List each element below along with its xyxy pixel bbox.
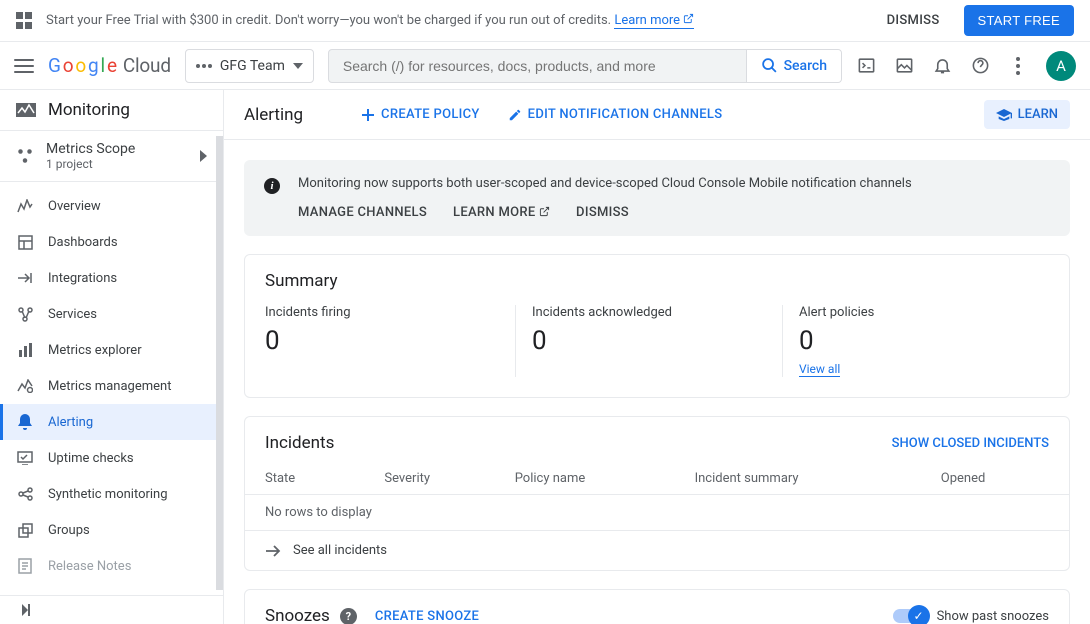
search-button[interactable]: Search	[746, 50, 841, 82]
edit-notification-channels-button[interactable]: EDIT NOTIFICATION CHANNELS	[508, 107, 723, 122]
create-policy-button[interactable]: CREATE POLICY	[361, 107, 480, 122]
gift-icon	[16, 12, 34, 30]
sidebar-title: Monitoring	[0, 90, 223, 130]
col-policy-name[interactable]: Policy name	[515, 463, 695, 495]
avatar[interactable]: A	[1046, 51, 1076, 81]
banner-dismiss-button[interactable]: DISMISS	[576, 205, 629, 220]
scope-icon	[16, 147, 34, 165]
learn-button[interactable]: LEARN	[984, 100, 1070, 129]
col-opened[interactable]: Opened	[941, 463, 1069, 495]
show-past-snoozes-label: Show past snoozes	[937, 609, 1049, 624]
promo-learn-more-link[interactable]: Learn more	[614, 13, 694, 29]
see-all-incidents-button[interactable]: See all incidents	[245, 531, 1069, 570]
show-past-snoozes-toggle[interactable]: ✓	[893, 609, 927, 623]
synthetic-icon	[16, 485, 34, 503]
metrics-explorer-icon	[16, 341, 34, 359]
banner-learn-more-button[interactable]: LEARN MORE	[453, 205, 550, 220]
snoozes-title: Snoozes	[265, 606, 330, 624]
sidebar-item-release-notes[interactable]: Release Notes	[0, 548, 223, 584]
scrollbar[interactable]	[216, 136, 223, 590]
col-state[interactable]: State	[245, 463, 384, 495]
metrics-management-icon	[16, 377, 34, 395]
pencil-icon	[508, 108, 522, 122]
page-title: Alerting	[244, 105, 303, 125]
promo-bar: Start your Free Trial with $300 in credi…	[0, 0, 1090, 42]
top-bar: GoogleCloud GFG Team Search A	[0, 42, 1090, 90]
summary-card: Summary Incidents firing 0 Incidents ack…	[244, 254, 1070, 398]
search-icon	[761, 57, 778, 74]
metrics-scope-selector[interactable]: Metrics Scope 1 project	[0, 130, 223, 182]
collapse-icon	[16, 604, 30, 616]
project-name: GFG Team	[220, 58, 285, 74]
incidents-acknowledged-stat: Incidents acknowledged 0	[515, 305, 782, 377]
release-notes-icon	[16, 557, 34, 575]
view-all-policies-link[interactable]: View all	[799, 362, 840, 377]
bell-icon	[16, 413, 34, 431]
uptime-icon	[16, 449, 34, 467]
top-icons: A	[856, 51, 1076, 81]
incidents-title: Incidents	[265, 433, 334, 453]
sidebar-item-groups[interactable]: Groups	[0, 512, 223, 548]
monitoring-icon	[16, 103, 36, 117]
dashboards-icon	[16, 233, 34, 251]
integrations-icon	[16, 269, 34, 287]
project-selector[interactable]: GFG Team	[185, 49, 314, 83]
promo-text: Start your Free Trial with $300 in credi…	[46, 13, 875, 28]
sidebar: Monitoring Metrics Scope 1 project Overv…	[0, 90, 224, 624]
overview-icon	[16, 197, 34, 215]
search-input[interactable]	[329, 50, 746, 82]
create-snooze-button[interactable]: CREATE SNOOZE	[375, 609, 479, 624]
promo-dismiss-button[interactable]: DISMISS	[887, 13, 940, 28]
show-closed-incidents-button[interactable]: SHOW CLOSED INCIDENTS	[892, 436, 1049, 451]
incidents-firing-stat: Incidents firing 0	[265, 305, 515, 377]
sidebar-item-services[interactable]: Services	[0, 296, 223, 332]
groups-icon	[16, 521, 34, 539]
sidebar-item-dashboards[interactable]: Dashboards	[0, 224, 223, 260]
search-bar: Search	[328, 49, 842, 83]
manage-channels-button[interactable]: MANAGE CHANNELS	[298, 205, 427, 220]
incidents-empty: No rows to display	[245, 495, 1069, 531]
banner-message: Monitoring now supports both user-scoped…	[298, 176, 912, 191]
more-icon[interactable]	[1008, 56, 1028, 76]
start-free-button[interactable]: START FREE	[964, 5, 1074, 36]
image-icon[interactable]	[894, 56, 914, 76]
info-banner: i Monitoring now supports both user-scop…	[244, 160, 1070, 236]
help-icon[interactable]	[970, 56, 990, 76]
bell-icon[interactable]	[932, 56, 952, 76]
sidebar-collapse-button[interactable]	[0, 595, 223, 624]
cloud-shell-icon[interactable]	[856, 56, 876, 76]
services-icon	[16, 305, 34, 323]
sidebar-item-integrations[interactable]: Integrations	[0, 260, 223, 296]
google-cloud-logo[interactable]: GoogleCloud	[48, 54, 171, 77]
chevron-down-icon	[293, 63, 303, 69]
sidebar-item-alerting[interactable]: Alerting	[0, 404, 223, 440]
snoozes-help-icon[interactable]: ?	[340, 608, 357, 624]
sidebar-item-overview[interactable]: Overview	[0, 188, 223, 224]
alert-policies-stat: Alert policies 0 View all	[782, 305, 1049, 377]
incidents-card: Incidents SHOW CLOSED INCIDENTS State Se…	[244, 416, 1070, 571]
info-icon: i	[264, 178, 280, 194]
arrow-right-icon	[265, 545, 281, 557]
sidebar-item-uptime-checks[interactable]: Uptime checks	[0, 440, 223, 476]
sidebar-item-synthetic-monitoring[interactable]: Synthetic monitoring	[0, 476, 223, 512]
hamburger-icon[interactable]	[14, 59, 34, 73]
snoozes-card: Snoozes ? CREATE SNOOZE ✓ Show past snoo…	[244, 589, 1070, 624]
summary-title: Summary	[265, 271, 1049, 291]
main-area: Alerting CREATE POLICY EDIT NOTIFICATION…	[224, 90, 1090, 624]
col-incident-summary[interactable]: Incident summary	[695, 463, 941, 495]
sidebar-item-metrics-management[interactable]: Metrics management	[0, 368, 223, 404]
chevron-right-icon	[200, 150, 207, 162]
main-header: Alerting CREATE POLICY EDIT NOTIFICATION…	[224, 90, 1090, 140]
plus-icon	[361, 108, 375, 122]
col-severity[interactable]: Severity	[384, 463, 514, 495]
sidebar-item-metrics-explorer[interactable]: Metrics explorer	[0, 332, 223, 368]
incidents-table: State Severity Policy name Incident summ…	[245, 463, 1069, 531]
learn-icon	[996, 109, 1012, 121]
